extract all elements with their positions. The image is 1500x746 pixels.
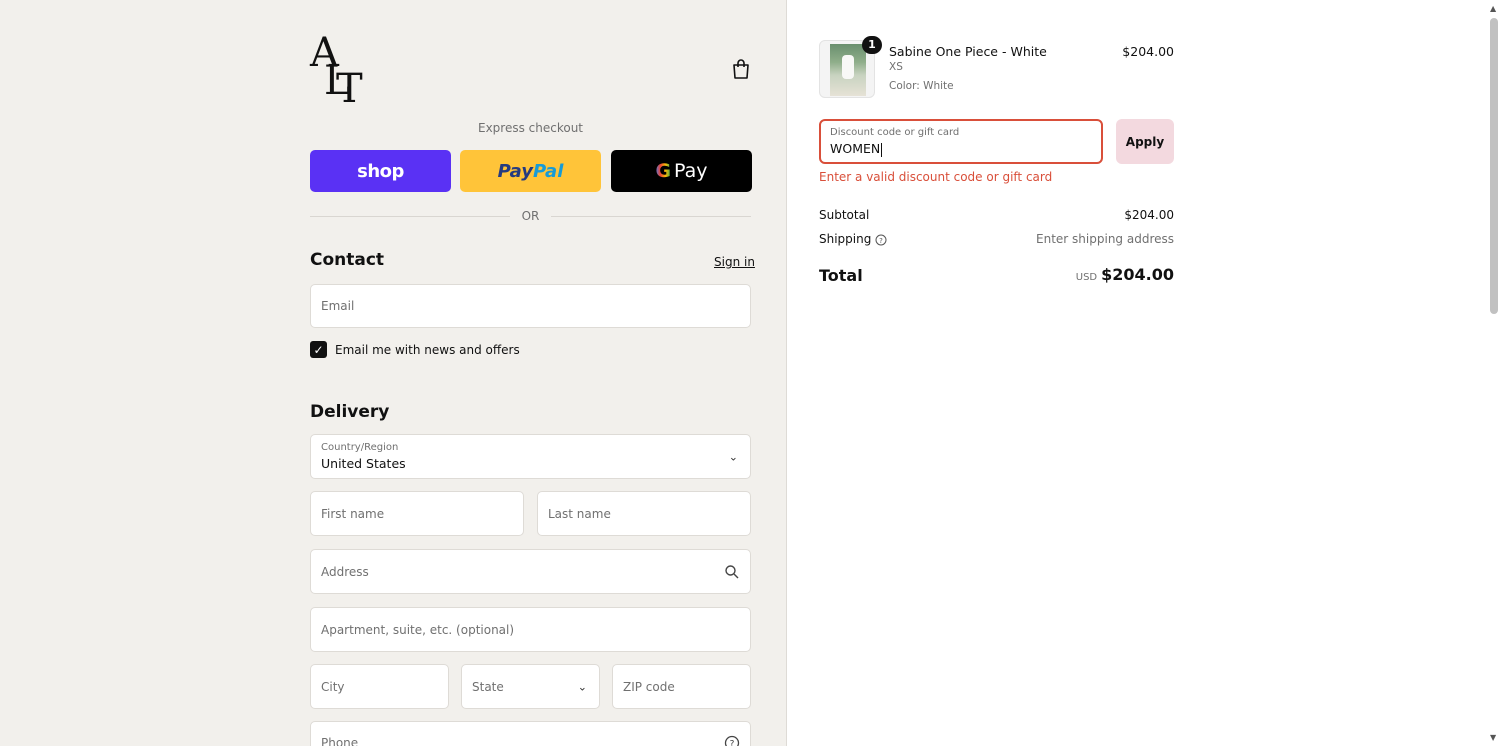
- state-select[interactable]: State ⌄: [461, 664, 600, 709]
- apartment-field[interactable]: Apartment, suite, etc. (optional): [310, 607, 751, 652]
- discount-code-field[interactable]: Discount code or gift card WOMEN: [819, 119, 1103, 164]
- shipping-value: Enter shipping address: [1036, 232, 1174, 246]
- search-icon: [725, 564, 739, 578]
- product-size: XS: [889, 61, 903, 73]
- google-g-icon: G: [655, 160, 672, 182]
- city-placeholder: City: [321, 679, 345, 694]
- divider-line: [551, 215, 752, 217]
- shop-pay-button[interactable]: shop: [310, 150, 451, 192]
- shipping-label-row: Shipping ?: [819, 232, 887, 246]
- total-value: $204.00: [1101, 265, 1174, 284]
- svg-text:?: ?: [880, 236, 884, 244]
- scroll-down-icon[interactable]: ▼: [1490, 733, 1496, 742]
- product-color: Color: White: [889, 80, 954, 92]
- delivery-heading: Delivery: [310, 402, 390, 422]
- first-name-field[interactable]: First name: [310, 491, 524, 536]
- phone-field[interactable]: Phone ?: [310, 721, 751, 746]
- country-label: Country/Region: [321, 442, 399, 453]
- google-pay-button[interactable]: G Pay: [611, 150, 752, 192]
- checkmark-icon: ✓: [313, 342, 324, 357]
- express-checkout-label: Express checkout: [477, 121, 584, 135]
- last-name-field[interactable]: Last name: [537, 491, 751, 536]
- svg-text:?: ?: [730, 740, 735, 746]
- apartment-placeholder: Apartment, suite, etc. (optional): [321, 622, 515, 637]
- help-icon[interactable]: ?: [724, 735, 740, 746]
- total-label: Total: [819, 266, 863, 285]
- phone-placeholder: Phone: [321, 736, 359, 746]
- address-field[interactable]: Address: [310, 549, 751, 594]
- discount-value-wrap: WOMEN: [830, 141, 883, 157]
- chevron-down-icon: ⌄: [728, 450, 738, 463]
- apply-button[interactable]: Apply: [1116, 119, 1174, 164]
- subtotal-label: Subtotal: [819, 208, 870, 222]
- scroll-up-icon[interactable]: ▲: [1490, 4, 1496, 13]
- last-name-placeholder: Last name: [548, 506, 611, 521]
- product-price: $204.00: [1122, 44, 1174, 59]
- or-divider: OR: [310, 208, 752, 224]
- address-placeholder: Address: [321, 564, 369, 579]
- or-label: OR: [521, 209, 540, 223]
- shipping-label: Shipping: [819, 232, 872, 246]
- product-name: Sabine One Piece - White: [889, 44, 1047, 59]
- contact-heading: Contact: [310, 250, 385, 270]
- subtotal-value: $204.00: [1124, 208, 1174, 222]
- discount-value: WOMEN: [830, 141, 881, 156]
- logo-letter-t: T: [336, 66, 363, 112]
- zip-field[interactable]: ZIP code: [612, 664, 751, 709]
- paypal-label-pay: Pay: [497, 160, 533, 182]
- news-checkbox[interactable]: ✓: [310, 341, 327, 358]
- paypal-label-pal: Pal: [533, 160, 564, 182]
- country-value: United States: [321, 456, 406, 471]
- zip-placeholder: ZIP code: [623, 679, 675, 694]
- email-field[interactable]: Email: [310, 284, 751, 328]
- sign-in-link[interactable]: Sign in: [714, 255, 755, 269]
- currency-code: USD: [1075, 272, 1098, 283]
- page-scrollbar[interactable]: ▲ ▼: [1487, 0, 1500, 746]
- state-placeholder: State: [472, 679, 504, 694]
- store-logo[interactable]: A L T: [310, 30, 368, 112]
- google-pay-label: Pay: [674, 160, 708, 182]
- news-checkbox-label: Email me with news and offers: [335, 342, 520, 357]
- paypal-button[interactable]: Pay Pal: [460, 150, 601, 192]
- chevron-down-icon: ⌄: [577, 680, 587, 693]
- discount-error: Enter a valid discount code or gift card: [819, 170, 1053, 184]
- text-cursor: [881, 142, 883, 157]
- discount-label: Discount code or gift card: [830, 127, 960, 138]
- scrollbar-thumb[interactable]: [1490, 18, 1498, 314]
- total-amount: USD $204.00: [1076, 265, 1174, 284]
- shopping-bag-icon[interactable]: [731, 58, 751, 80]
- news-opt-in[interactable]: ✓ Email me with news and offers: [310, 341, 520, 358]
- product-figure: [842, 55, 854, 79]
- first-name-placeholder: First name: [321, 506, 385, 521]
- quantity-badge: 1: [862, 36, 882, 54]
- order-summary-panel: [787, 0, 1487, 746]
- shop-pay-label: shop: [357, 160, 404, 182]
- country-select[interactable]: Country/Region United States ⌄: [310, 434, 751, 479]
- email-placeholder: Email: [321, 299, 355, 313]
- city-field[interactable]: City: [310, 664, 449, 709]
- help-icon[interactable]: ?: [875, 234, 887, 246]
- divider-line: [310, 215, 510, 217]
